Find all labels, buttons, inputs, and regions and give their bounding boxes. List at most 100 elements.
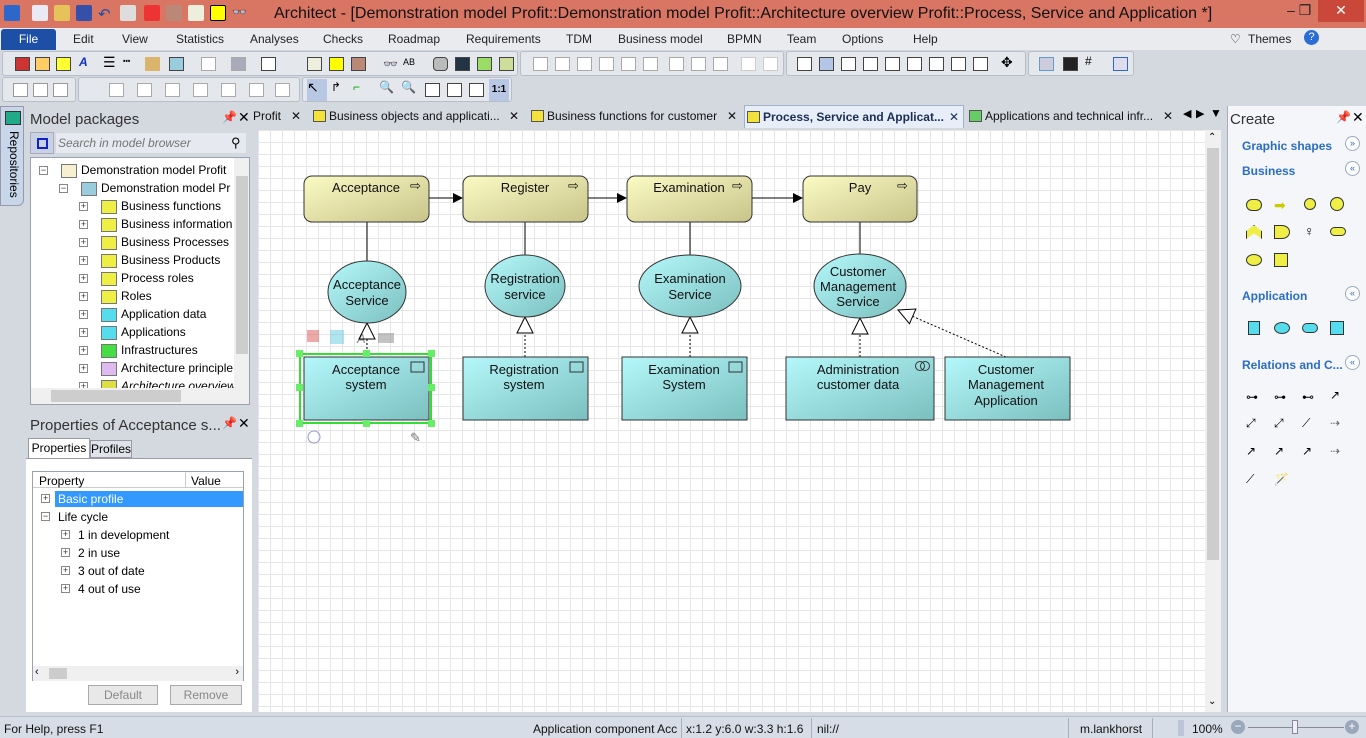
vertical-scrollbar[interactable]: ⌃ ⌄ <box>1205 130 1221 712</box>
process-acceptance[interactable]: Acceptance ⇨ <box>303 175 430 223</box>
close-panel-icon[interactable]: ✕ <box>238 415 250 432</box>
align-icon[interactable] <box>201 57 216 71</box>
process-pay[interactable]: Pay ⇨ <box>802 175 918 223</box>
section-application[interactable]: Application <box>1242 289 1307 303</box>
component-examination-system[interactable]: ExaminationSystem <box>621 356 748 421</box>
label-icon[interactable] <box>188 5 204 21</box>
close-tab-icon[interactable]: ✕ <box>291 105 301 127</box>
grid-dots-icon[interactable] <box>1063 57 1078 71</box>
actual-size-icon[interactable]: 1:1 <box>489 79 509 101</box>
service-registration[interactable]: Registrationservice <box>484 254 566 318</box>
business-object-tool-icon[interactable] <box>1274 253 1288 267</box>
refresh-icon[interactable] <box>477 57 492 71</box>
tab-profit[interactable]: Profit ✕ <box>253 105 305 128</box>
repositories-tab[interactable]: Repositories <box>0 106 24 206</box>
quick-format-toolbar[interactable]: A <box>307 330 394 346</box>
edit-icon[interactable] <box>249 83 264 97</box>
influence-tool-icon[interactable]: ⇢ <box>1330 444 1346 458</box>
service-acceptance[interactable]: AcceptanceService <box>327 260 407 324</box>
save-icon[interactable] <box>76 5 92 21</box>
line-icon[interactable]: ⌐ <box>353 80 368 94</box>
ab-icon[interactable]: AB <box>403 57 418 71</box>
close-panel-icon[interactable]: ✕ <box>1352 109 1364 126</box>
line-tool-icon[interactable]: ⟋ <box>1302 416 1318 430</box>
shadow-icon[interactable] <box>56 57 71 71</box>
glasses-icon[interactable]: 👓 <box>232 5 248 21</box>
undo-icon[interactable]: ↶ <box>98 5 114 23</box>
property-row[interactable]: − Life cycle <box>33 508 243 526</box>
business-interaction-tool-icon[interactable] <box>1304 198 1316 210</box>
expand-icon[interactable]: + <box>61 548 70 557</box>
tree-item[interactable]: Business functions <box>121 199 221 213</box>
close-tab-icon[interactable]: ✕ <box>509 105 519 127</box>
application-collaboration-tool-icon[interactable] <box>1274 322 1290 334</box>
grid-lines-icon[interactable]: # <box>1085 54 1100 68</box>
data-object-tool-icon[interactable] <box>1330 321 1344 335</box>
property-row[interactable]: +2 in use <box>33 544 243 562</box>
tree-item[interactable]: Application data <box>121 307 206 321</box>
collapse-icon[interactable]: − <box>39 166 48 175</box>
remove-button[interactable]: Remove <box>170 685 242 705</box>
expand-icon[interactable]: + <box>79 310 88 319</box>
application-component-tool-icon[interactable] <box>1248 321 1260 335</box>
expand-icon[interactable]: + <box>79 328 88 337</box>
triggering-tool-icon[interactable]: ↗ <box>1246 444 1262 458</box>
tab-business-objects[interactable]: Business objects and applicati... ✕ <box>311 105 523 128</box>
close-tab-icon[interactable]: ✕ <box>949 106 959 128</box>
pin-icon[interactable]: 📌 <box>222 110 237 124</box>
service-customer-management[interactable]: CustomerManagementService <box>813 253 907 319</box>
collapse-icon[interactable]: − <box>41 512 50 521</box>
realization-relation[interactable] <box>898 310 1007 358</box>
component-registration-system[interactable]: Registrationsystem <box>462 356 589 421</box>
scroll-thumb[interactable] <box>1207 148 1219 560</box>
zoom-out-icon[interactable]: 🔍 <box>401 80 416 94</box>
horizontal-scrollbar[interactable]: ‹ › <box>33 666 243 681</box>
expand-icon[interactable]: + <box>61 584 70 593</box>
table-icon[interactable] <box>210 5 226 21</box>
component-customer-management-application[interactable]: CustomerManagementApplication <box>944 356 1071 421</box>
edit-icon[interactable] <box>221 83 236 97</box>
tab-applications-technical[interactable]: Applications and technical infr... ✕ <box>967 105 1177 128</box>
diagram-canvas[interactable]: Acceptance ⇨ Register ⇨ Examination ⇨ Pay ⇨ … <box>258 130 1205 712</box>
collapse-icon[interactable]: « <box>1345 286 1360 301</box>
process-register[interactable]: Register ⇨ <box>462 175 589 223</box>
business-process-tool-icon[interactable] <box>1246 199 1262 211</box>
menu-help[interactable]: Help <box>913 32 938 46</box>
tab-scroll-right-icon[interactable]: ▶ <box>1196 107 1204 120</box>
edit-icon[interactable] <box>137 83 152 97</box>
close-tab-icon[interactable]: ✕ <box>1163 105 1173 127</box>
glasses-icon[interactable]: 👓 <box>383 57 398 71</box>
fill-color-icon[interactable] <box>15 57 30 71</box>
font-icon[interactable]: A <box>79 55 94 69</box>
tree-item[interactable]: Roles <box>121 289 152 303</box>
line-color-icon[interactable] <box>35 57 50 71</box>
tree-item[interactable]: Demonstration model Profit <box>81 163 226 177</box>
magic-connector-tool-icon[interactable]: 🪄 <box>1274 472 1290 486</box>
component-acceptance-system[interactable]: Acceptancesystem <box>303 356 430 421</box>
tree-item[interactable]: Infrastructures <box>121 343 198 357</box>
business-actor-tool-icon[interactable]: ♀ <box>1304 223 1320 239</box>
menu-options[interactable]: Options <box>842 32 883 46</box>
tree-item[interactable]: Demonstration model Pr <box>101 181 230 195</box>
tab-process-service-application[interactable]: Process, Service and Applicat... ✕ <box>744 105 964 128</box>
zoom-page-icon[interactable] <box>469 83 484 97</box>
business-event-tool-icon[interactable]: ➡ <box>1274 197 1292 213</box>
menu-requirements[interactable]: Requirements <box>466 32 541 46</box>
menu-analyses[interactable]: Analyses <box>250 32 299 46</box>
flow-tool-icon[interactable]: ↗ <box>1274 444 1290 458</box>
pin-icon[interactable]: 📌 <box>222 416 237 430</box>
themes-menu[interactable]: Themes <box>1248 32 1291 46</box>
expand-icon[interactable]: » <box>1345 136 1360 151</box>
section-graphic-shapes[interactable]: Graphic shapes <box>1242 139 1332 153</box>
line-weight-icon[interactable]: ☰ <box>103 54 118 70</box>
used-by-tool-icon[interactable]: ↗ <box>1302 444 1318 458</box>
menu-business-model[interactable]: Business model <box>618 32 703 46</box>
distribute-v-icon[interactable] <box>763 57 778 71</box>
business-service-tool-icon[interactable] <box>1330 227 1346 236</box>
border-icon[interactable] <box>261 57 276 71</box>
search-icon[interactable]: ⚲ <box>231 135 241 151</box>
collapse-icon[interactable]: « <box>1345 161 1360 176</box>
color-view-icon[interactable] <box>166 5 182 21</box>
aggregation-tool-icon[interactable]: ⊶ <box>1274 390 1290 404</box>
expand-icon[interactable]: + <box>79 256 88 265</box>
